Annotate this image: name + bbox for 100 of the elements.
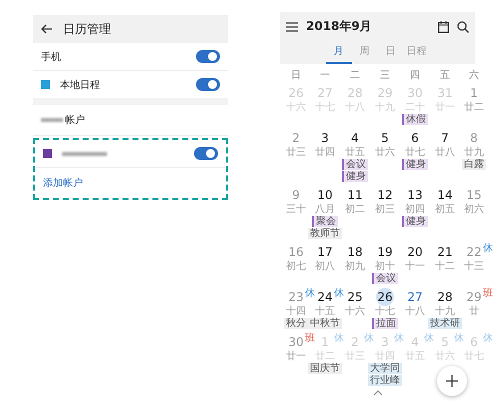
holiday-mark: 休 [394,333,404,344]
event-tag[interactable]: 白露 [462,159,486,170]
lunar-date: 廿六 [375,147,395,158]
lunar-date: 初五 [435,204,455,215]
day-number[interactable]: 5 [376,129,394,147]
lunar-date: 八月 [315,204,335,215]
weekday-label: 二 [349,69,361,83]
lunar-date: 廿五 [345,147,365,158]
account-label: 帐户 [65,114,86,127]
page-title: 日历管理 [63,20,111,38]
day-number[interactable]: 21 [436,243,454,261]
day-number[interactable]: 26 [376,288,394,306]
event-tag[interactable]: 健身 [402,216,428,227]
lunar-date: 十三 [464,261,484,272]
calendar-icon[interactable] [438,20,449,32]
day-number[interactable]: 25 [346,288,364,306]
toggle-switch[interactable] [196,78,220,91]
event-tag[interactable]: 会议 [372,273,398,284]
lunar-date: 初七 [286,261,306,272]
day-number[interactable]: 10 [316,186,334,204]
holiday-mark: 休 [483,333,493,344]
event-tag[interactable]: 行业峰 [368,375,402,386]
weekday-label: 日 [290,69,302,83]
day-number[interactable]: 7 [436,129,454,147]
menu-icon[interactable] [286,22,298,32]
lunar-date: 十五 [315,306,335,317]
lunar-date: 初八 [315,261,335,272]
lunar-date: 廿 [469,306,479,317]
lunar-date: 廿七 [405,147,425,158]
day-number[interactable]: 20 [406,243,424,261]
day-number[interactable]: 12 [376,186,394,204]
holiday-mark: 休 [334,333,344,344]
view-tab[interactable]: 月 [326,41,352,64]
lunar-date: 初六 [464,204,484,215]
lunar-date: 十二 [435,261,455,272]
holiday-mark: 休 [483,243,493,254]
day-number[interactable]: 27 [406,288,424,306]
day-number[interactable]: 14 [436,186,454,204]
add-button[interactable] [437,366,467,396]
day-number[interactable]: 11 [346,186,364,204]
lunar-date: 十七 [375,306,395,317]
holiday-mark: 休 [364,333,374,344]
day-number[interactable]: 19 [376,243,394,261]
holiday-mark: 休 [424,333,434,344]
lunar-date: 初三 [375,204,395,215]
event-tag[interactable]: 聚会 [312,216,338,227]
lunar-date: 初九 [345,261,365,272]
search-icon[interactable] [457,20,469,32]
lunar-date: 十八 [405,306,425,317]
lunar-date: 十一 [405,261,425,272]
event-tag[interactable]: 秋分 [284,318,308,329]
event-tag[interactable]: 会议 [342,159,368,170]
event-tag[interactable]: 休假 [402,114,428,125]
event-tag[interactable]: 教师节 [308,228,342,239]
month-title: 2018年9月 [306,18,373,35]
event-tag[interactable]: 大学同 [368,363,402,374]
lunar-date: 初二 [345,204,365,215]
lunar-date: 十四 [286,306,306,317]
event-tag[interactable]: 健身 [402,159,428,170]
add-account-link[interactable]: 添加帐户 [43,176,83,190]
weekday-label: 六 [468,68,480,83]
holiday-mark: 班 [483,288,493,299]
holiday-mark: 班 [305,333,315,344]
redacted-mark [41,118,63,122]
day-number[interactable]: 17 [316,243,334,261]
event-tag[interactable]: 健身 [342,171,368,182]
lunar-date: 廿一 [286,351,306,362]
toggle-switch[interactable] [194,147,218,160]
lunar-date: 廿九 [464,147,484,158]
event-tag[interactable]: 国庆节 [308,363,342,374]
lunar-date: 廿八 [435,147,455,158]
redacted-mark [62,152,107,156]
lunar-date: 廿二 [464,102,484,113]
day-number[interactable]: 6 [406,129,424,147]
lunar-date: 初四 [405,204,425,215]
day-number[interactable]: 24 [316,288,334,306]
day-number[interactable]: 4 [346,129,364,147]
lunar-date: 初十 [375,261,395,272]
event-tag[interactable]: 技术研 [428,318,462,329]
weekday-label: 四 [409,69,421,83]
holiday-mark: 休 [305,288,315,299]
holiday-mark: 休 [454,333,464,344]
event-tag[interactable]: 拉面 [372,318,398,329]
weekday-label: 一 [319,69,331,83]
lunar-date: 十六 [345,306,365,317]
day-number[interactable]: 3 [316,129,334,147]
event-tag[interactable]: 中秋节 [308,318,342,329]
day-number[interactable]: 18 [346,243,364,261]
lunar-date: 十九 [435,306,455,317]
weekday-label: 三 [379,69,391,83]
collapse-icon[interactable] [372,390,382,396]
day-number[interactable]: 28 [436,288,454,306]
group-label: 手机 [41,50,62,64]
lunar-date: 三十 [286,204,306,215]
day-number[interactable]: 13 [406,186,424,204]
holiday-mark: 休 [334,288,344,299]
toggle-switch[interactable] [196,50,220,63]
calendar-name: 本地日程 [60,78,101,92]
back-icon[interactable] [41,24,53,34]
plus-icon [446,375,458,387]
